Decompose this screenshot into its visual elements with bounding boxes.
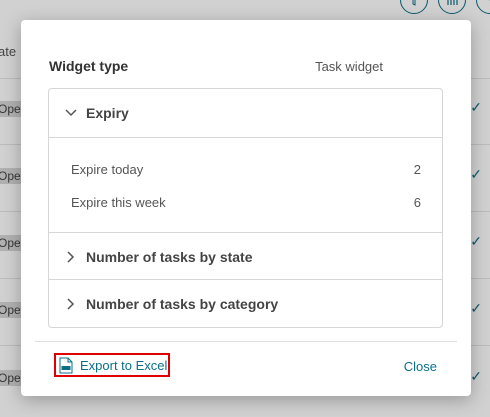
expiry-row-label: Expire this week [71,195,166,210]
widget-accordion: Expiry Expire today 2 Expire this week 6… [48,88,443,328]
section-state-header[interactable]: Number of tasks by state [49,233,442,281]
footer-divider [35,341,457,342]
export-label: Export to Excel [80,357,168,373]
section-category-header[interactable]: Number of tasks by category [49,280,442,328]
dialog-header: Widget type Task widget [49,58,443,74]
export-to-excel-button[interactable]: Export to Excel [54,353,170,377]
widget-type-label: Widget type [49,58,129,74]
chevron-right-icon [64,297,78,311]
section-divider [49,137,442,138]
excel-file-icon [59,357,73,373]
section-category-title: Number of tasks by category [86,296,279,312]
expiry-row-week: Expire this week 6 [71,195,421,210]
close-button[interactable]: Close [404,359,437,374]
chevron-right-icon [64,250,78,264]
expiry-row-today: Expire today 2 [71,162,421,177]
expiry-row-value: 2 [413,162,421,177]
widget-dialog: Widget type Task widget Expiry Expire to… [21,20,471,396]
section-expiry-header[interactable]: Expiry [49,89,442,137]
chevron-down-icon [64,106,78,120]
expiry-row-label: Expire today [71,162,144,177]
expiry-row-value: 6 [413,195,421,210]
section-state-title: Number of tasks by state [86,249,253,265]
section-expiry-title: Expiry [86,105,129,121]
widget-type-value: Task widget [315,58,383,74]
